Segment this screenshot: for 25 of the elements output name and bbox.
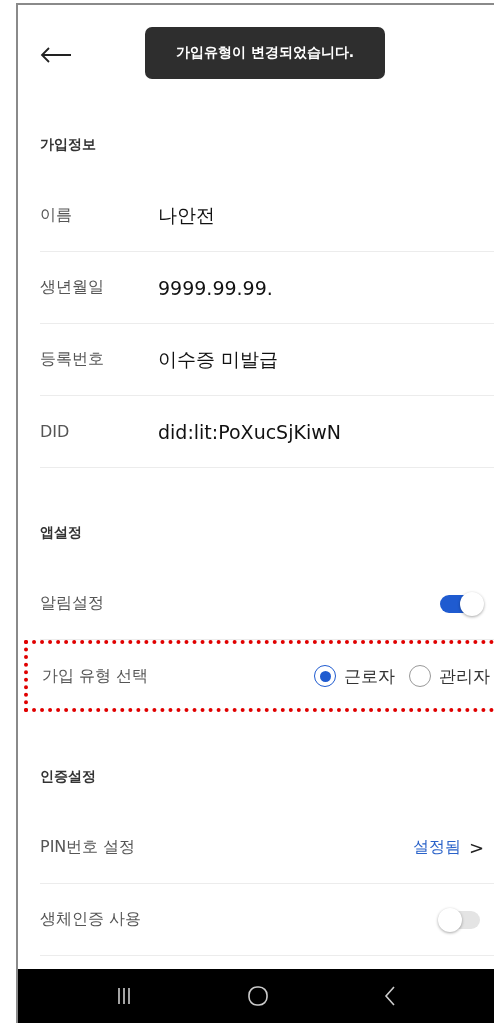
field-label: 이름 — [40, 205, 73, 226]
field-value: did:lit:PoXucSjKiwN — [158, 420, 341, 443]
back-arrow-icon[interactable] — [40, 47, 72, 63]
field-label: DID — [40, 422, 71, 441]
field-label: 생년월일 — [40, 277, 105, 298]
radio-option[interactable]: 관리자 — [409, 664, 490, 688]
field-value: 9999.99.99. — [158, 276, 273, 299]
setting-label: 가입 유형 선택 — [42, 665, 150, 687]
section-title: 인증설정 — [40, 767, 97, 786]
toggle-switch[interactable] — [440, 910, 480, 929]
chevron[interactable]: > — [468, 837, 484, 858]
recent-apps-icon[interactable] — [116, 987, 132, 1005]
field-label: 등록번호 — [40, 349, 105, 370]
home-icon[interactable] — [248, 986, 268, 1006]
setting-label: 생체인증 사용 — [40, 909, 143, 930]
setting-label: PIN번호 설정 — [40, 837, 137, 858]
section-title: 앱설정 — [40, 523, 83, 542]
back-icon[interactable] — [384, 986, 396, 1006]
radio-option[interactable]: 근로자 — [314, 664, 395, 688]
field-value: 이수증 미발급 — [158, 346, 279, 372]
toast-message: 가입유형이 변경되었습니다. — [145, 27, 385, 79]
section-title: 가입정보 — [40, 135, 97, 154]
setting-label: 알림설정 — [40, 593, 105, 614]
status-link[interactable]: 설정됨 — [412, 837, 461, 858]
field-value: 나안전 — [158, 202, 215, 228]
